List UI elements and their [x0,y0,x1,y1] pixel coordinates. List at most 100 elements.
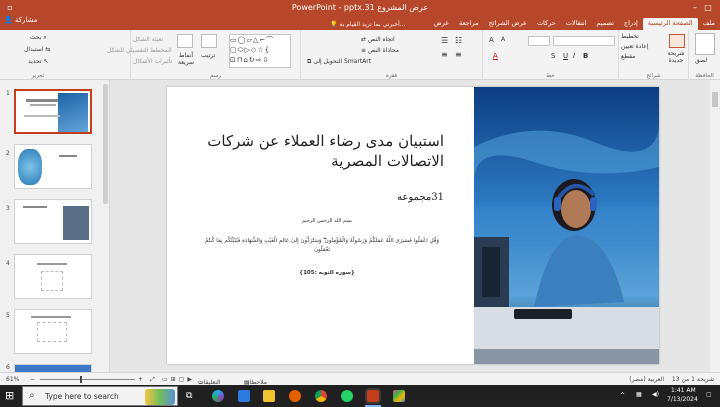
slide-thumbnail-3[interactable] [14,199,92,244]
tell-me-text: أخبرني بما تريد القيام به... [339,21,406,28]
shadow-icon[interactable]: S [551,52,555,60]
zoom-level[interactable]: 61% [6,376,19,383]
zoom-out-icon[interactable]: − [30,376,35,383]
minimize-icon[interactable]: – [690,4,700,12]
share-button[interactable]: 👤 مشاركة [4,16,44,28]
editor-scroll-thumb[interactable] [712,92,718,107]
font-color-icon[interactable]: A [493,52,498,60]
tab-insert[interactable]: إدراج [619,18,643,30]
new-slide-icon[interactable] [669,34,685,48]
arrange-icon[interactable] [201,34,217,48]
tab-review[interactable]: مراجعة [454,18,484,30]
app-icon[interactable] [393,390,405,402]
tab-transitions[interactable]: انتقالات [561,18,592,30]
current-slide[interactable]: استبيان مدى رضاء العملاء عن شركات الاتصا… [167,87,659,364]
align-right-icon[interactable]: ≡ [441,50,448,59]
font-name-select[interactable] [553,36,615,46]
numbering-icon[interactable]: ☷ [455,36,462,45]
whatsapp-icon[interactable] [341,390,353,402]
italic-icon[interactable]: I [573,52,575,60]
language-indicator[interactable]: العربية (مصر) [629,376,664,383]
slide-thumbnail-1[interactable] [14,89,92,134]
search-placeholder: Type here to search [45,392,119,401]
slide-thumbnail-2[interactable] [14,144,92,189]
slides-group: شريحة جديدة تخطيط إعادة تعيين مقطع شرائح [618,30,688,80]
paste-button[interactable]: لصق [695,57,707,64]
slide-title[interactable]: استبيان مدى رضاء العملاء عن شركات الاتصا… [194,131,444,171]
new-slide-button[interactable]: شريحة جديدة [663,50,689,64]
tray-chevron-icon[interactable]: ^ [620,392,625,399]
file-explorer-icon[interactable] [263,390,275,402]
windows-start-icon[interactable]: ⊞ [5,390,17,402]
shape-fill-button[interactable]: تعبئة الشكل [133,36,163,43]
font-shrink-icon[interactable]: A [501,36,505,43]
shapes-gallery[interactable]: ▭◯▱△⌐⌒ ▢⬭▷◇☆{⊡⊓⌂↻⇨⇩ [229,34,291,68]
verse-reference[interactable]: {سوره التوبه :105} [217,270,437,276]
tab-animations[interactable]: حركات [532,18,561,30]
edge-icon[interactable] [212,390,224,402]
fit-slide-icon[interactable]: ⤢ [150,376,155,384]
chrome-icon[interactable] [315,390,327,402]
zoom-slider-thumb[interactable] [80,376,82,383]
paste-icon[interactable] [695,33,715,55]
zoom-slider[interactable] [40,376,135,383]
smartart-button[interactable]: ⧉ التحويل إلى SmartArt [307,58,371,66]
tab-design[interactable]: تصميم [591,18,619,30]
quick-styles-button[interactable]: أنماط سريعة [175,52,197,66]
replace-button[interactable]: استبدال ⇆ [24,46,50,53]
slide-thumbnail-5[interactable] [14,309,92,354]
network-icon[interactable]: ▦ [636,391,642,398]
clock-date[interactable]: 7/13/2024 [667,396,698,403]
zoom-in-icon[interactable]: + [138,376,143,383]
bold-icon[interactable]: B [583,52,588,60]
editor-scrollbar[interactable] [710,80,720,372]
clock-time[interactable]: 1:41 AM [671,387,696,394]
layout-button[interactable]: تخطيط [621,33,639,40]
slide-thumbnail-6[interactable] [14,364,92,372]
view-buttons[interactable]: ▭⊞▢▶ [162,376,195,383]
firefox-icon[interactable] [289,390,301,402]
find-button[interactable]: بحث ⌕ [30,34,47,42]
quick-styles-icon[interactable] [177,34,193,48]
section-button[interactable]: مقطع [621,53,635,60]
call-center-photo [474,87,659,364]
tell-me-box[interactable]: 💡 أخبرني بما تريد القيام به... [330,21,405,28]
arrange-button[interactable]: ترتيب [201,52,215,59]
tab-view[interactable]: عرض [429,18,454,30]
text-direction-label: اتجاه النص [367,36,395,43]
shape-effects-button[interactable]: تأثيرات الأشكال [133,58,172,65]
share-icon: 👤 [4,16,13,24]
text-direction-button[interactable]: ⇄ اتجاه النص [361,36,395,43]
underline-icon[interactable]: U [563,52,568,60]
align-center-icon[interactable]: ≡ [455,50,462,59]
ribbon-display-icon[interactable]: ▫ [6,4,14,12]
thumbnail-scrollbar[interactable] [103,84,108,204]
tab-home[interactable]: الصفحة الرئيسية [642,18,698,30]
select-button[interactable]: تحديد ↖ [28,58,48,65]
clipboard-group: لصق الحافظة [688,30,720,80]
slide-thumbnail-4[interactable] [14,254,92,299]
thumb-content [37,322,67,342]
powerpoint-taskbar-icon[interactable] [365,388,381,404]
microsoft-store-icon[interactable] [238,390,250,402]
font-grow-icon[interactable]: A [489,36,494,44]
select-label: تحديد [28,58,42,65]
window-title: PowerPoint - pptx.31 عرض المشروع [291,3,429,12]
font-size-select[interactable] [528,36,550,46]
align-text-button[interactable]: ≡ محاذاة النص [361,47,399,54]
task-view-icon[interactable]: ⧉ [186,390,198,402]
taskbar-search-box[interactable]: ⌕ Type here to search [22,386,178,406]
slide-counter: شريحة 1 من 13 [671,376,714,383]
volume-icon[interactable]: ◀) [652,391,659,398]
tab-file[interactable]: ملف [698,18,720,30]
reset-button[interactable]: إعادة تعيين [621,43,649,50]
thumb-text-line [37,263,67,265]
bullets-icon[interactable]: ☰ [441,36,448,45]
slide-subtitle[interactable]: 31مجموعه [397,192,444,203]
verse-text[interactable]: وَقُلِ اعْمَلُوا فَسَيَرَى اللَّهُ عَمَل… [202,237,442,255]
tab-slideshow[interactable]: عرض الشرائح [484,18,532,30]
notifications-icon[interactable]: ▢ [706,391,712,398]
maximize-icon[interactable]: □ [703,4,713,12]
bismillah-text[interactable]: بسم الله الرحمن الرحيم [217,218,437,224]
shape-outline-button[interactable]: المخطط التفصيلي للشكل [107,47,172,54]
